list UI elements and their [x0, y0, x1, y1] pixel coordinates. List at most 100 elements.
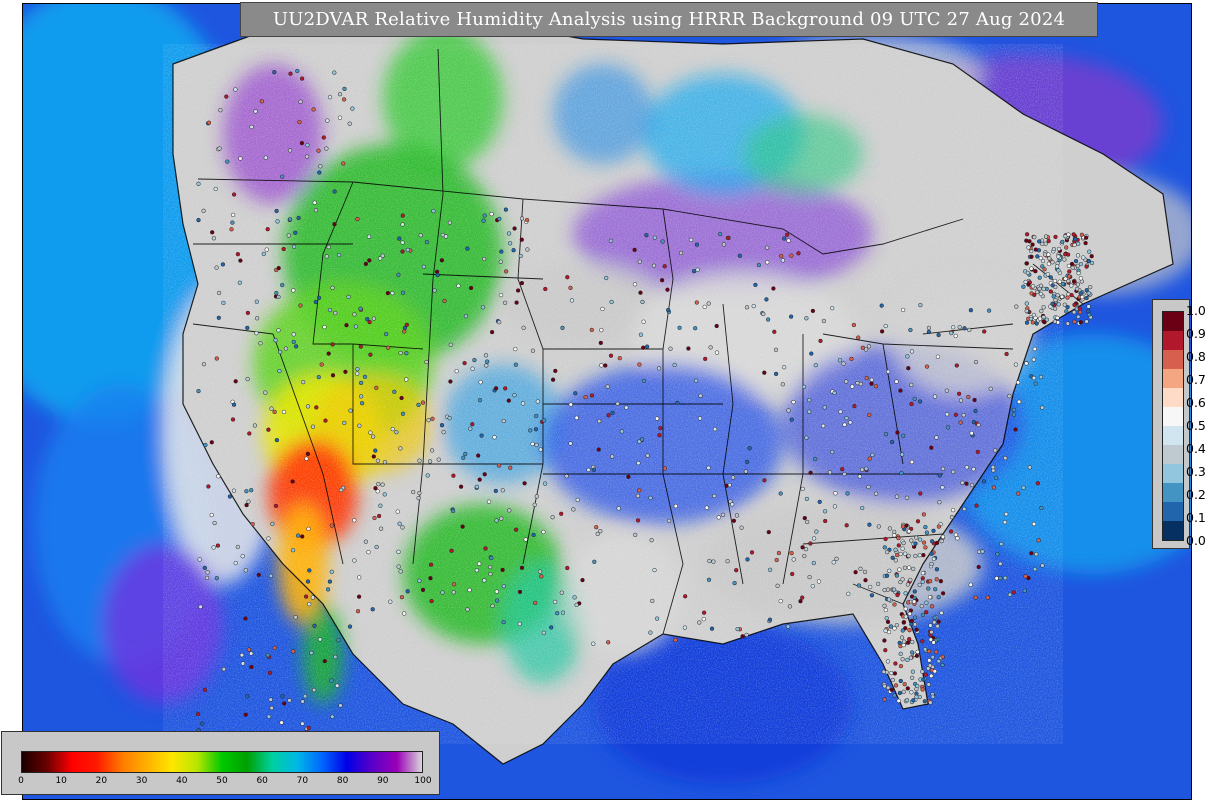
observation-dot [735, 626, 740, 632]
observation-dot [900, 657, 905, 662]
observation-dot [934, 649, 939, 655]
observation-dot [708, 345, 713, 350]
observation-dot [893, 558, 898, 563]
observation-dot [725, 559, 730, 564]
observation-dot [712, 427, 718, 432]
observation-dot [290, 548, 296, 553]
observation-dot [290, 479, 295, 484]
observation-dot [230, 220, 235, 225]
observation-dot [940, 485, 945, 490]
observation-dot [905, 657, 910, 663]
observation-dot [764, 245, 770, 250]
observation-dot [310, 595, 315, 600]
observation-dot [463, 451, 468, 457]
observation-dot [250, 521, 255, 527]
observation-dot [429, 448, 435, 453]
observation-dot [1028, 316, 1034, 321]
observation-dot [901, 642, 906, 648]
observation-dot [973, 595, 978, 600]
humidity-map [23, 4, 1191, 799]
observation-dot [211, 545, 216, 550]
observation-dot [448, 379, 453, 384]
observation-dot [230, 417, 236, 422]
observation-dot [652, 567, 657, 573]
observation-dot [274, 290, 279, 296]
observation-dot [508, 465, 513, 470]
observation-dot [616, 506, 621, 511]
observation-dot [385, 290, 391, 296]
observation-dot [254, 331, 259, 336]
observation-dot [489, 555, 494, 561]
observation-dot [644, 233, 649, 238]
observation-dot [286, 233, 291, 238]
observation-dot [1015, 380, 1021, 385]
observation-dot [317, 637, 323, 642]
observation-dot [283, 346, 289, 351]
observation-dot [1048, 289, 1053, 294]
observation-dot [775, 583, 780, 588]
observation-dot [198, 604, 203, 609]
observation-dot [789, 550, 794, 556]
observation-dot [1070, 265, 1075, 270]
observation-dot [463, 314, 469, 319]
observation-dot [725, 235, 731, 241]
observation-dot [580, 577, 585, 583]
observation-dot [912, 615, 918, 620]
observation-dot [659, 278, 665, 283]
observation-dot [924, 364, 930, 369]
observation-dot [791, 399, 796, 405]
observation-dot [804, 435, 809, 440]
observation-dot [698, 393, 703, 398]
observation-dot [610, 454, 615, 459]
observation-dot [909, 675, 915, 680]
observation-dot [922, 647, 928, 652]
humidity-colorbar-tick: 60 [256, 776, 268, 786]
observation-dot [559, 590, 564, 595]
observation-dot [429, 598, 434, 604]
observation-dot [940, 662, 945, 668]
observation-dot [1069, 283, 1074, 288]
observation-dot [1086, 304, 1091, 309]
observation-dot [209, 512, 214, 518]
observation-dot [428, 576, 433, 581]
observation-dot [514, 300, 519, 305]
observation-dot [230, 212, 236, 218]
observation-dot [915, 519, 921, 524]
observation-dot [404, 322, 409, 327]
observation-dot [506, 398, 511, 403]
observation-dot [400, 290, 406, 295]
observation-dot [392, 389, 397, 394]
observation-dot [275, 219, 280, 224]
observation-dot [765, 260, 770, 265]
observation-dot [1073, 236, 1078, 242]
observation-dot [1064, 245, 1069, 250]
observation-dot [1065, 295, 1070, 300]
observation-dot [211, 236, 217, 241]
observation-dot [347, 121, 352, 126]
observation-dot [1071, 310, 1077, 315]
observation-dot [358, 344, 363, 349]
observation-dot [886, 685, 891, 690]
observation-dot [287, 217, 293, 222]
map-panel[interactable] [22, 3, 1192, 800]
observation-dot [830, 306, 835, 311]
observation-dot [651, 263, 657, 268]
observation-dot [477, 398, 483, 403]
observation-dot [1021, 284, 1026, 289]
observation-dot [424, 239, 430, 245]
observation-dot [363, 539, 369, 544]
observation-dot [1052, 319, 1058, 324]
observation-dot [926, 682, 931, 687]
observation-dot [1051, 246, 1057, 252]
observation-dot [370, 607, 375, 612]
observation-dot [600, 306, 605, 312]
observation-dot [235, 252, 241, 257]
observation-dot [904, 523, 909, 528]
observation-dot [870, 452, 875, 458]
observation-dot [512, 393, 517, 398]
observation-dot [1056, 254, 1061, 259]
observation-dot [780, 382, 785, 387]
observation-dot [1031, 375, 1037, 381]
observation-dot [1014, 304, 1019, 309]
observation-dot [883, 323, 888, 329]
